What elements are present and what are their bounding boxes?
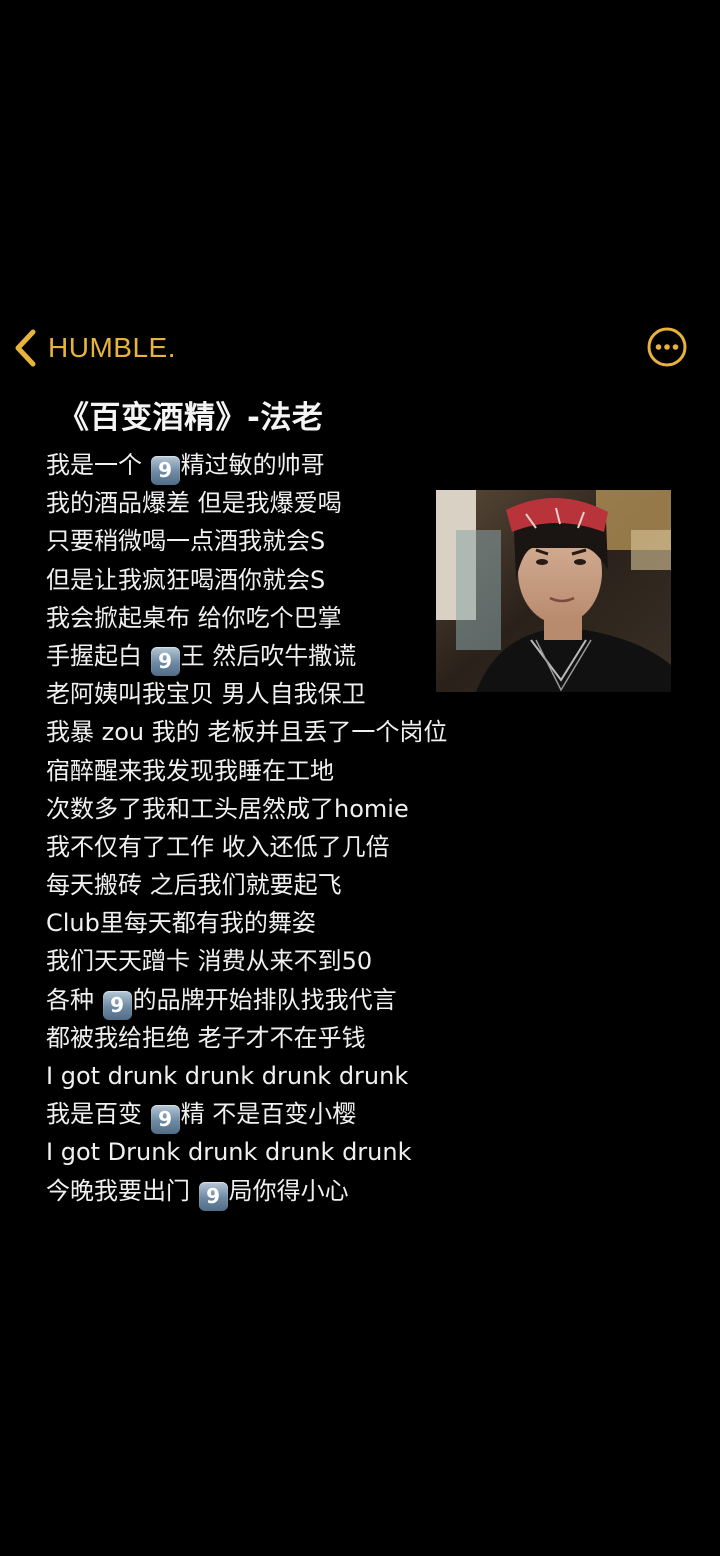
lyric-line: 今晚我要出门 9 局你得小心 [46, 1172, 447, 1211]
portrait-image [436, 490, 671, 692]
lyric-text: 今晚我要出门 [46, 1176, 198, 1205]
portrait-photo [436, 490, 671, 692]
lyric-text: 各种 [46, 985, 102, 1014]
lyric-line: 各种 9 的品牌开始排队找我代言 [46, 981, 447, 1020]
lyric-text: 宿醉醒来我发现我睡在工地 [46, 756, 334, 785]
lyric-text: 都被我给拒绝 老子才不在乎钱 [46, 1023, 366, 1052]
lyric-line: 都被我给拒绝 老子才不在乎钱 [46, 1019, 447, 1057]
lyric-text: 老阿姨叫我宝贝 男人自我保卫 [46, 680, 366, 709]
lyric-text: 我不仅有了工作 收入还低了几倍 [46, 832, 390, 861]
keycap-9-emoji: 9 [150, 646, 180, 676]
lyric-line: 我暴 zou 我的 老板并且丢了一个岗位 [46, 713, 447, 751]
lyric-line: 老阿姨叫我宝贝 男人自我保卫 [46, 675, 447, 713]
lyric-line: 宿醉醒来我发现我睡在工地 [46, 752, 447, 790]
ellipsis-circle-icon [647, 327, 687, 367]
back-button[interactable]: HUMBLE. [12, 326, 176, 370]
keycap-9-emoji: 9 [198, 1181, 228, 1211]
lyric-text: Club里每天都有我的舞姿 [46, 909, 316, 938]
lyrics-list: 我是一个 9 精过敏的帅哥 我的酒品爆差 但是我爆爱喝 只要稍微喝一点酒我就会S 但是让… [46, 446, 447, 1211]
note-title: 《百变酒精》-法老 [58, 400, 324, 436]
keycap-9-emoji: 9 [150, 456, 180, 485]
lyric-line: 只要稍微喝一点酒我就会S [46, 522, 447, 560]
lyric-text: I got Drunk drunk drunk drunk [46, 1138, 412, 1167]
lyric-text: 的品牌开始排队找我代言 [132, 985, 397, 1014]
lyric-text: 我们天天蹭卡 消费从来不到50 [46, 947, 373, 976]
lyric-text: 精过敏的帅哥 [180, 451, 325, 479]
keycap-9-emoji: 9 [150, 1105, 180, 1135]
lyric-text: 局你得小心 [228, 1176, 349, 1205]
lyric-text: 我是百变 [46, 1100, 150, 1129]
chevron-left-icon [15, 329, 36, 367]
navigation-bar: HUMBLE. [0, 318, 720, 378]
lyric-line: 我的酒品爆差 但是我爆爱喝 [46, 484, 447, 522]
lyric-line: Club里每天都有我的舞姿 [46, 904, 447, 942]
lyric-line: I got drunk drunk drunk drunk [46, 1057, 447, 1095]
lyric-text: I got drunk drunk drunk drunk [46, 1062, 409, 1090]
keycap-9-emoji: 9 [102, 990, 132, 1020]
lyric-line: 我是百变 9精 不是百变小樱 [46, 1095, 447, 1135]
lyric-text: 我是一个 [46, 451, 150, 479]
lyric-text: 次数多了我和工头居然成了homie [46, 794, 409, 823]
lyric-text: 王 然后吹牛撒谎 [180, 641, 357, 670]
lyric-text: 我会掀起桌布 给你吃个巴掌 [46, 603, 342, 632]
more-options-button[interactable] [646, 326, 688, 368]
lyric-line: 我是一个 9 精过敏的帅哥 [46, 446, 447, 485]
lyric-line: 次数多了我和工头居然成了homie [46, 790, 447, 828]
lyric-line: 但是让我疯狂喝酒你就会S [46, 561, 447, 599]
back-label: HUMBLE. [48, 332, 176, 363]
lyric-line: 我会掀起桌布 给你吃个巴掌 [46, 599, 447, 637]
lyric-line: 每天搬砖 之后我们就要起飞 [46, 866, 447, 904]
lyric-line: I got Drunk drunk drunk drunk [46, 1133, 447, 1171]
lyric-text: 手握起白 [46, 641, 150, 670]
lyric-text: 但是让我疯狂喝酒你就会S [46, 565, 326, 594]
lyric-line: 我不仅有了工作 收入还低了几倍 [46, 828, 447, 866]
lyric-text: 我暴 zou 我的 老板并且丢了一个岗位 [46, 718, 448, 747]
lyric-text: 每天搬砖 之后我们就要起飞 [46, 871, 342, 900]
lyric-text: 精 不是百变小樱 [180, 1100, 357, 1129]
lyric-line: 手握起白 9王 然后吹牛撒谎 [46, 637, 447, 676]
lyric-line: 我们天天蹭卡 消费从来不到50 [46, 942, 447, 980]
lyric-text: 只要稍微喝一点酒我就会S [46, 527, 326, 556]
lyric-text: 我的酒品爆差 但是我爆爱喝 [46, 489, 342, 518]
